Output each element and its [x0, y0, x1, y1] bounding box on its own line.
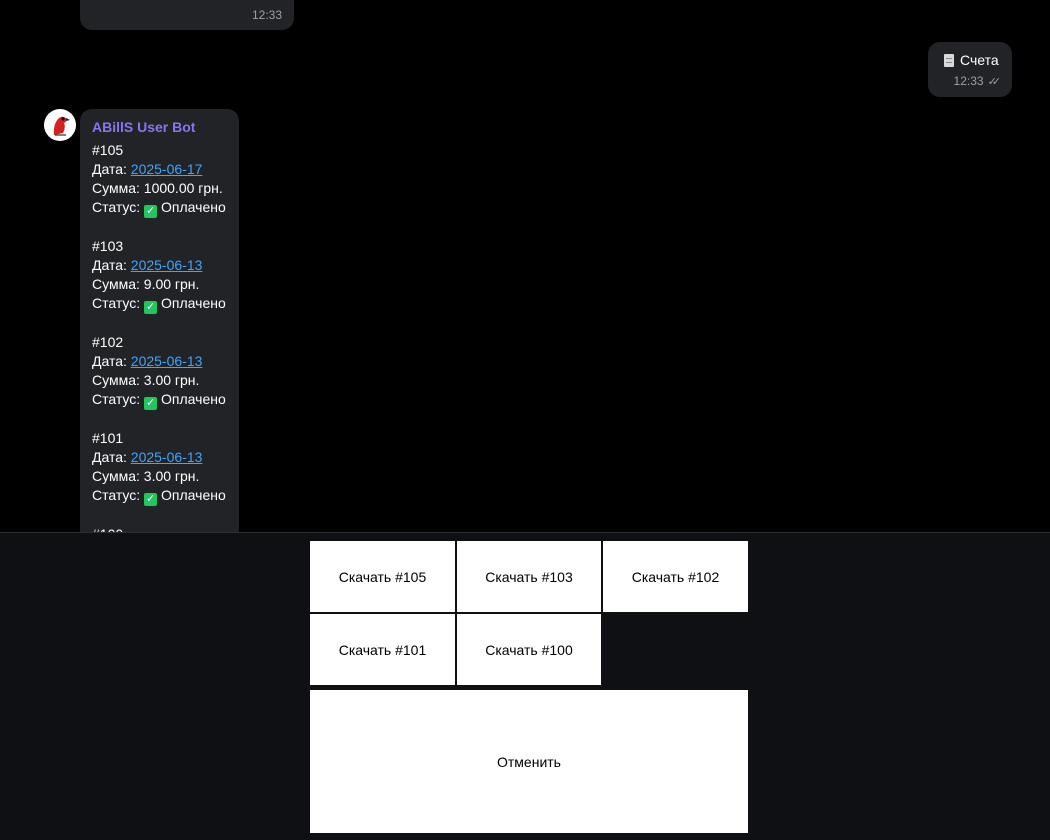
date-label: Дата:: [92, 257, 127, 273]
check-mark-icon: ✓: [144, 301, 158, 314]
status-label: Статус:: [92, 391, 141, 407]
status-label: Статус:: [92, 295, 141, 311]
invoice-date-row: Дата: 2025-06-13: [92, 352, 226, 371]
invoice-sum: 1000.00 грн.: [143, 180, 223, 196]
invoice-sum-row: Сумма: 1000.00 грн.: [92, 179, 226, 198]
sum-label: Сумма:: [92, 276, 140, 292]
invoice-date-row: Дата: 2025-06-13: [92, 256, 226, 275]
invoice-date-link[interactable]: 2025-06-13: [131, 353, 203, 369]
invoice-number: #101: [92, 430, 124, 446]
invoice-date-row: Дата: 2025-06-17: [92, 160, 226, 179]
parrot-logo-icon: [45, 110, 75, 140]
bot-avatar[interactable]: [44, 109, 76, 141]
invoice-status-row: Статус: ✓ Оплачено: [92, 294, 226, 314]
invoice-status: Оплачено: [161, 391, 226, 407]
outgoing-message-text-row: Счета: [944, 52, 999, 68]
check-mark-icon: ✓: [144, 205, 158, 218]
chat-area: 12:33 Счета 12:33 ✓✓ ABillS User Bot #10…: [0, 0, 1050, 532]
invoice-status: Оплачено: [161, 487, 226, 503]
invoice-date-link[interactable]: 2025-06-17: [131, 161, 203, 177]
invoice-status-row: Статус: ✓ Оплачено: [92, 198, 226, 218]
invoice-item: #100: [92, 525, 226, 532]
download-102-button[interactable]: Скачать #102: [603, 541, 748, 612]
previous-message-bubble: 12:33: [80, 0, 294, 30]
bot-sender-name[interactable]: ABillS User Bot: [92, 119, 195, 135]
invoice-sum: 9.00 грн.: [143, 276, 200, 292]
download-100-button[interactable]: Скачать #100: [457, 614, 601, 685]
invoice-date-link[interactable]: 2025-06-13: [131, 257, 203, 273]
download-101-button[interactable]: Скачать #101: [310, 614, 455, 685]
sum-label: Сумма:: [92, 180, 140, 196]
invoice-list: #105 Дата: 2025-06-17 Сумма: 1000.00 грн…: [92, 141, 226, 532]
invoice-status-row: Статус: ✓ Оплачено: [92, 390, 226, 410]
cancel-button[interactable]: Отменить: [310, 690, 748, 833]
date-label: Дата:: [92, 449, 127, 465]
reply-keyboard: Скачать #105 Скачать #103 Скачать #102 С…: [0, 532, 1050, 840]
invoice-sum-row: Сумма: 9.00 грн.: [92, 275, 226, 294]
outgoing-message-text: Счета: [960, 52, 999, 68]
outgoing-message-bubble[interactable]: Счета 12:33 ✓✓: [928, 42, 1012, 97]
date-label: Дата:: [92, 161, 127, 177]
check-mark-icon: ✓: [144, 493, 158, 506]
check-mark-icon: ✓: [144, 397, 158, 410]
invoice-sum: 3.00 грн.: [143, 372, 200, 388]
status-label: Статус:: [92, 487, 141, 503]
invoice-number: #102: [92, 334, 124, 350]
invoice-item: #105 Дата: 2025-06-17 Сумма: 1000.00 грн…: [92, 141, 226, 218]
bot-message-bubble: ABillS User Bot #105 Дата: 2025-06-17 Су…: [80, 109, 239, 532]
invoice-item: #102 Дата: 2025-06-13 Сумма: 3.00 грн. С…: [92, 333, 226, 410]
invoice-status: Оплачено: [161, 199, 226, 215]
sum-label: Сумма:: [92, 468, 140, 484]
message-time: 12:33: [251, 8, 282, 22]
download-105-button[interactable]: Скачать #105: [310, 541, 455, 612]
invoice-sum-row: Сумма: 3.00 грн.: [92, 467, 226, 486]
invoice-status: Оплачено: [161, 295, 226, 311]
invoice-date-row: Дата: 2025-06-13: [92, 448, 226, 467]
receipt-icon: [944, 53, 954, 67]
sum-label: Сумма:: [92, 372, 140, 388]
invoice-sum-row: Сумма: 3.00 грн.: [92, 371, 226, 390]
invoice-item: #101 Дата: 2025-06-13 Сумма: 3.00 грн. С…: [92, 429, 226, 506]
message-time: 12:33: [953, 74, 984, 88]
invoice-item: #103 Дата: 2025-06-13 Сумма: 9.00 грн. С…: [92, 237, 226, 314]
invoice-number: #103: [92, 238, 124, 254]
invoice-status-row: Статус: ✓ Оплачено: [92, 486, 226, 506]
invoice-date-link[interactable]: 2025-06-13: [131, 449, 203, 465]
invoice-number: #105: [92, 142, 124, 158]
invoice-sum: 3.00 грн.: [143, 468, 200, 484]
invoice-number: #100: [92, 525, 226, 532]
date-label: Дата:: [92, 353, 127, 369]
double-check-icon: ✓✓: [987, 75, 1002, 88]
download-103-button[interactable]: Скачать #103: [457, 541, 601, 612]
message-meta: 12:33 ✓✓: [953, 74, 1002, 88]
status-label: Статус:: [92, 199, 141, 215]
